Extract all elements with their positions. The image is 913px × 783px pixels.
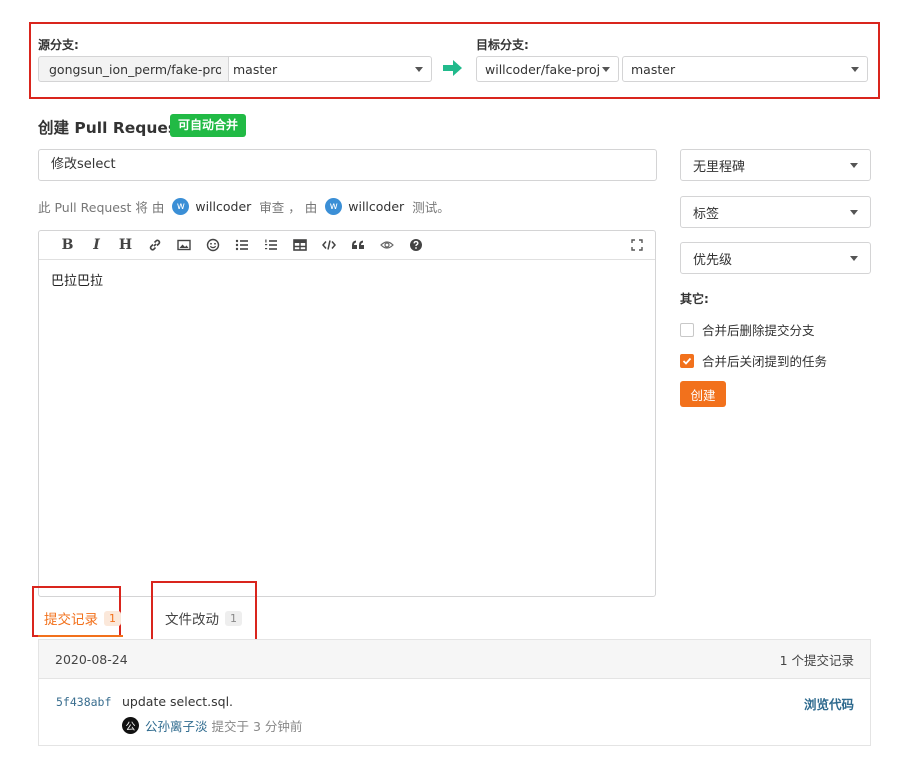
commit-group-header: 2020-08-24 1 个提交记录 — [39, 640, 870, 679]
tab-commits[interactable]: 提交记录 1 — [44, 608, 121, 628]
tab-files-label: 文件改动 — [165, 612, 219, 628]
tester-avatar: w — [325, 198, 343, 215]
source-repo-select[interactable]: gongsun_ion_perm/fake-project — [38, 56, 230, 82]
commit-author-row: 公 公孙离子淡 提交于 3 分钟前 — [122, 716, 302, 735]
commit-message[interactable]: update select.sql. — [122, 694, 233, 709]
priority-select[interactable]: 优先级 — [680, 242, 871, 274]
labels-value: 标签 — [693, 206, 720, 222]
editor-content[interactable]: 巴拉巴拉 — [39, 260, 655, 299]
close-issues-option[interactable]: 合并后关闭提到的任务 — [680, 351, 827, 370]
commit-date: 2020-08-24 — [55, 651, 128, 667]
commit-author[interactable]: 公孙离子淡 — [145, 716, 208, 735]
milestone-select[interactable]: 无里程碑 — [680, 149, 871, 181]
source-branch-select[interactable]: master — [228, 56, 432, 82]
editor-toolbar: B I H — [39, 231, 655, 260]
delete-branch-option[interactable]: 合并后删除提交分支 — [680, 320, 815, 339]
create-button[interactable]: 创建 — [680, 381, 726, 407]
pr-title-input[interactable]: 修改select — [38, 149, 657, 181]
target-repo-select[interactable]: willcoder/fake-project — [476, 56, 619, 82]
table-icon-svg — [292, 239, 307, 251]
chevron-down-icon — [602, 66, 610, 72]
preview-eye-icon-svg — [379, 241, 394, 249]
target-branch-value: master — [631, 61, 676, 77]
target-branch-select[interactable]: master — [622, 56, 868, 82]
commit-summary: 1 个提交记录 — [779, 652, 854, 668]
table-icon[interactable] — [285, 231, 314, 260]
delete-branch-checkbox[interactable] — [680, 322, 694, 337]
arrow-right-icon — [443, 60, 462, 76]
help-icon-svg — [409, 239, 422, 251]
source-branch-value: master — [233, 61, 278, 77]
bullet-list-icon-svg — [235, 239, 248, 251]
close-issues-checkbox[interactable] — [680, 353, 694, 368]
review-prefix: 此 Pull Request 将 由 — [38, 200, 165, 215]
image-icon-svg — [176, 239, 191, 251]
checkmark-icon — [682, 357, 692, 365]
commit-sha[interactable]: 5f438abf — [56, 695, 111, 709]
close-issues-label: 合并后关闭提到的任务 — [702, 354, 828, 369]
emoji-icon[interactable] — [198, 231, 227, 260]
mergeable-badge: 可自动合并 — [170, 114, 247, 137]
heading-icon[interactable]: H — [111, 231, 140, 260]
bullet-list-icon[interactable] — [227, 231, 256, 260]
commit-list: 2020-08-24 1 个提交记录 5f438abf update selec… — [38, 639, 871, 746]
page-title: 创建 Pull Request — [38, 119, 185, 137]
target-branch-label: 目标分支: — [476, 38, 529, 52]
browse-code-link[interactable]: 浏览代码 — [804, 694, 854, 713]
chevron-down-icon — [415, 66, 423, 72]
code-icon[interactable] — [314, 231, 343, 260]
preview-eye-icon[interactable] — [372, 231, 401, 260]
ordered-list-icon-svg — [264, 239, 277, 250]
source-repo-value: gongsun_ion_perm/fake-project — [49, 61, 221, 77]
chevron-down-icon — [850, 162, 858, 168]
italic-icon[interactable]: I — [82, 231, 111, 260]
tester-name[interactable]: willcoder — [348, 199, 404, 214]
help-icon[interactable] — [401, 231, 430, 260]
source-branch-label: 源分支: — [38, 38, 79, 52]
link-icon[interactable] — [140, 231, 169, 260]
delete-branch-label: 合并后删除提交分支 — [702, 323, 815, 338]
review-suffix: 测试。 — [412, 200, 450, 215]
tab-files-count: 1 — [225, 610, 242, 626]
emoji-icon-svg — [206, 238, 219, 252]
milestone-value: 无里程碑 — [693, 159, 746, 175]
review-mid: 审查 ， 由 — [259, 200, 318, 215]
image-icon[interactable] — [169, 231, 198, 260]
commit-time: 提交于 3 分钟前 — [211, 719, 303, 734]
tab-commits-label: 提交记录 — [44, 612, 98, 628]
quote-icon-svg — [351, 240, 364, 249]
chevron-down-icon — [851, 66, 859, 72]
reviewer-avatar: w — [172, 198, 190, 215]
reviewer-name[interactable]: willcoder — [195, 199, 251, 214]
bold-icon[interactable]: B — [53, 231, 82, 260]
markdown-editor[interactable]: B I H 巴拉巴拉 — [38, 230, 656, 597]
code-icon-svg — [321, 240, 336, 250]
priority-value: 优先级 — [693, 252, 733, 268]
labels-select[interactable]: 标签 — [680, 196, 871, 228]
chevron-down-icon — [850, 209, 858, 215]
tab-files[interactable]: 文件改动 1 — [165, 608, 242, 628]
tab-commits-count: 1 — [104, 610, 121, 626]
target-repo-value: willcoder/fake-project — [485, 61, 600, 77]
review-info: 此 Pull Request 将 由 w willcoder 审查 ， 由 w … — [38, 197, 450, 216]
other-options-label: 其它: — [680, 292, 709, 306]
active-tab-indicator — [38, 635, 123, 637]
quote-icon[interactable] — [343, 231, 372, 260]
ordered-list-icon[interactable] — [256, 231, 285, 260]
link-icon-svg — [149, 239, 160, 251]
author-avatar: 公 — [122, 717, 139, 734]
fullscreen-icon[interactable] — [631, 239, 643, 251]
chevron-down-icon — [850, 255, 858, 261]
